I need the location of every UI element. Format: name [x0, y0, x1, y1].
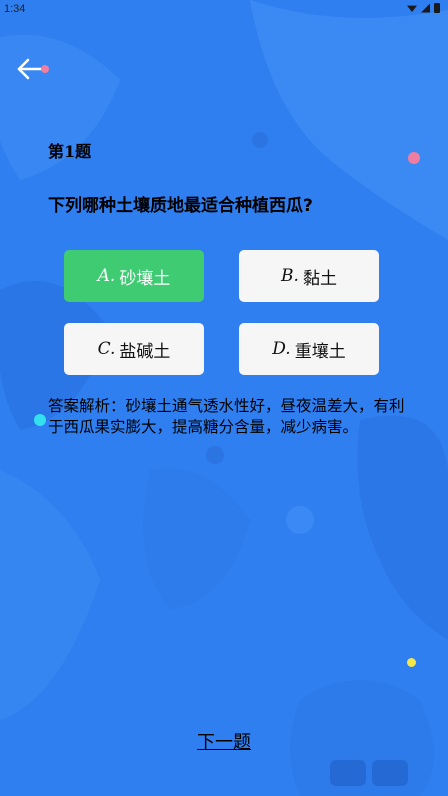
pink-dot-decoration: [408, 152, 420, 164]
wifi-icon: [407, 5, 417, 12]
answer-analysis: 答案解析：砂壤土通气透水性好，昼夜温差大，有利于西瓜果实膨大，提高糖分含量，减少…: [48, 397, 405, 436]
option-letter: C.: [97, 339, 116, 359]
status-bar: 1:34: [0, 0, 448, 20]
cyan-dot-decoration: [34, 414, 46, 426]
question-number: 第1题: [48, 142, 92, 161]
battery-icon: [434, 3, 440, 13]
question-text: 下列哪种土壤质地最适合种植西瓜?: [48, 196, 313, 216]
option-letter: B.: [281, 266, 299, 286]
option-a-button[interactable]: A. 砂壤土: [64, 250, 204, 302]
next-question-button[interactable]: 下一题: [0, 728, 448, 754]
option-d-button[interactable]: D. 重壤土: [239, 323, 379, 375]
next-question-label: 下一题: [197, 732, 251, 753]
status-icons: [407, 3, 440, 13]
signal-icon: [421, 3, 430, 13]
option-letter: D.: [272, 339, 291, 359]
option-letter: A.: [97, 266, 116, 286]
status-time: 1:34: [4, 3, 26, 15]
option-b-button[interactable]: B. 黏土: [239, 250, 379, 302]
option-label: 砂壤土: [119, 268, 171, 289]
option-label: 重壤土: [294, 341, 346, 362]
option-label: 盐碱土: [119, 341, 171, 362]
option-c-button[interactable]: C. 盐碱土: [64, 323, 204, 375]
yellow-dot-decoration: [407, 658, 416, 667]
option-label: 黏土: [302, 268, 337, 289]
pink-dot-decoration: [41, 65, 49, 73]
